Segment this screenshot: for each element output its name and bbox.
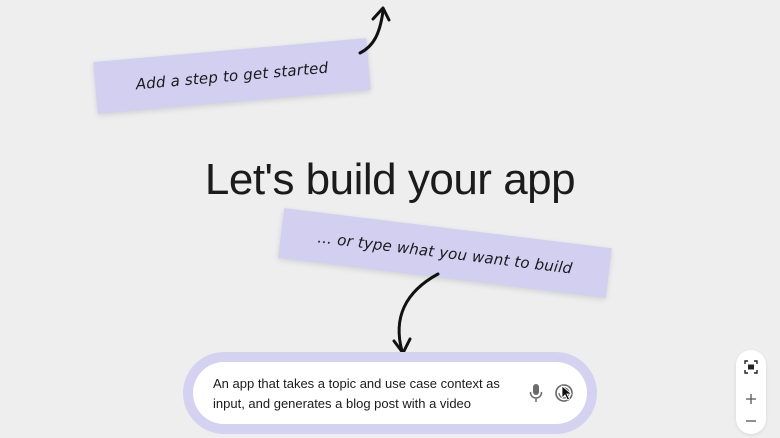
sticky-note-text: ... or type what you want to build xyxy=(316,228,574,278)
arrow-down-icon xyxy=(392,272,440,355)
submit-icon xyxy=(555,384,573,402)
page-title: Let's build your app xyxy=(204,155,576,204)
submit-button[interactable] xyxy=(554,383,574,403)
prompt-input-text[interactable]: An app that takes a topic and use case c… xyxy=(213,374,517,414)
sticky-note-add-step: Add a step to get started xyxy=(93,38,371,114)
zoom-in-button[interactable] xyxy=(742,390,760,408)
microphone-button[interactable] xyxy=(528,382,544,404)
plus-icon xyxy=(746,394,756,404)
zoom-controls xyxy=(736,350,766,434)
microphone-icon xyxy=(529,384,543,402)
fit-to-screen-icon xyxy=(744,360,758,374)
sticky-note-type-prompt: ... or type what you want to build xyxy=(278,208,612,298)
sticky-note-text: Add a step to get started xyxy=(134,58,329,94)
zoom-out-button[interactable] xyxy=(742,412,760,430)
fit-to-screen-button[interactable] xyxy=(742,358,760,376)
minus-icon xyxy=(746,420,756,422)
app-canvas[interactable]: Add a step to get started Let's build yo… xyxy=(0,0,780,438)
